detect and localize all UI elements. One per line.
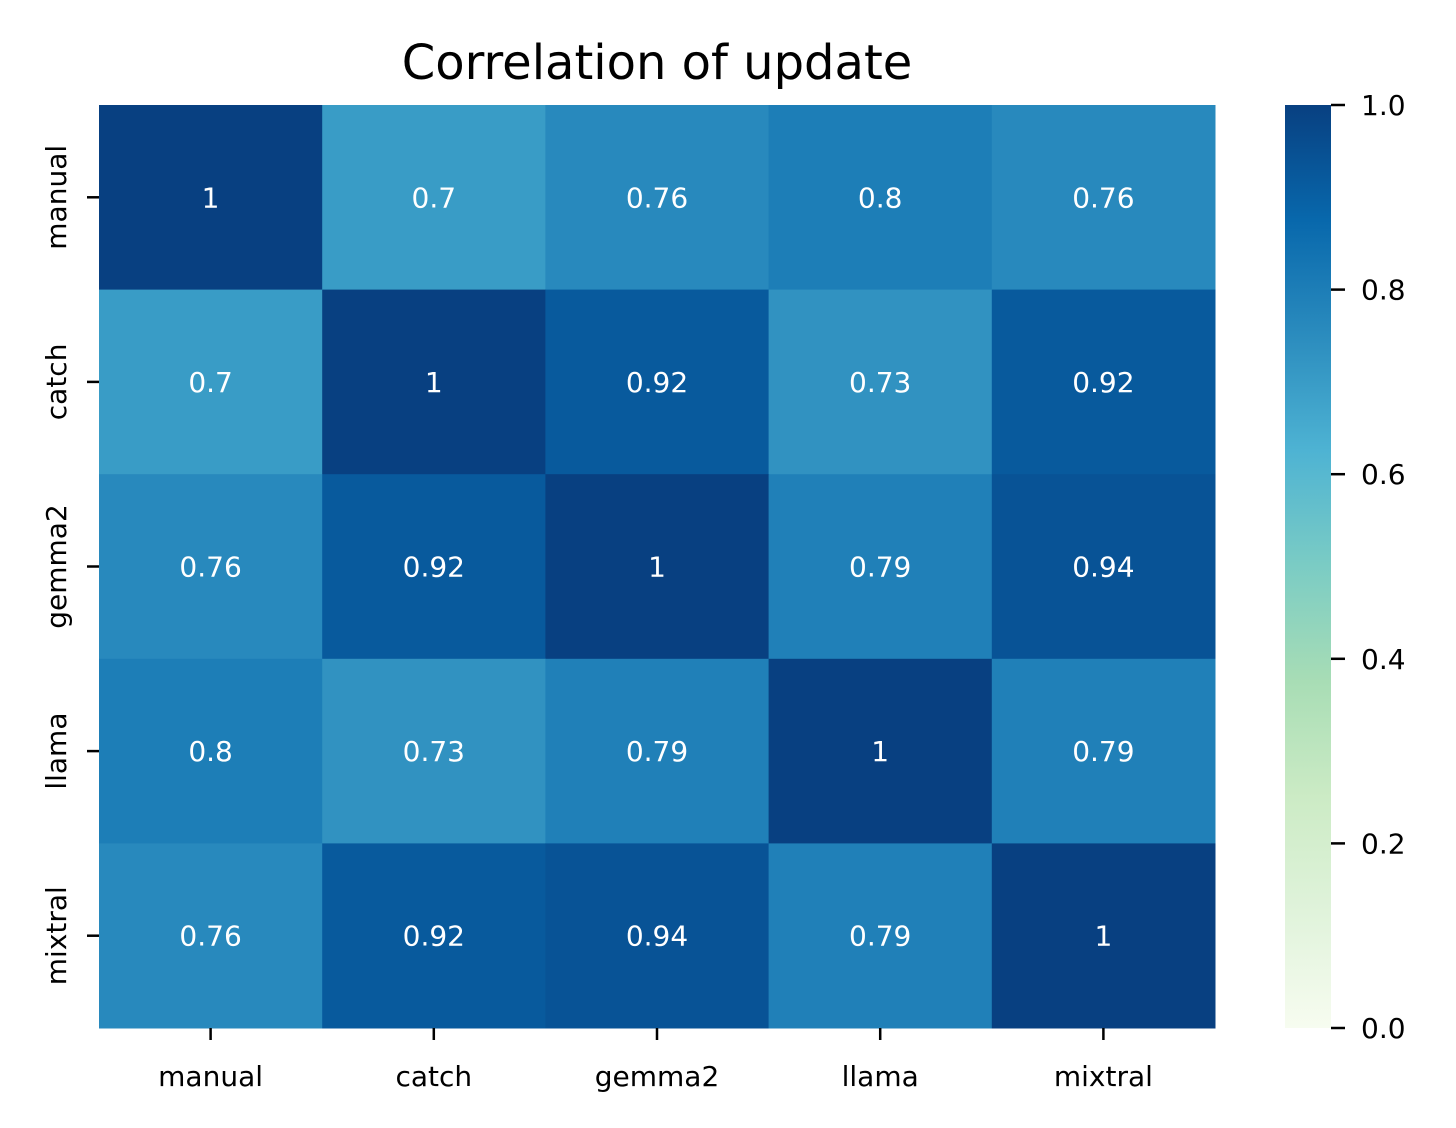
cell-annotation: 0.92 — [403, 920, 465, 953]
cell-annotation: 1 — [648, 551, 666, 584]
cell-annotation: 0.8 — [188, 735, 233, 768]
colorbar-tick-label: 0.8 — [1361, 274, 1406, 307]
cell-annotation: 0.76 — [179, 551, 241, 584]
x-axis: manual catch gemma2 llama mixtral — [158, 1028, 1153, 1093]
cell-annotation: 0.92 — [1072, 366, 1134, 399]
cell-annotation: 0.79 — [626, 735, 688, 768]
cell-annotation: 0.73 — [403, 735, 465, 768]
cell-annotation: 0.79 — [849, 551, 911, 584]
y-tick-label: catch — [40, 344, 73, 421]
x-tick-label: catch — [395, 1060, 472, 1093]
colorbar-tick-label: 0.2 — [1361, 827, 1406, 860]
cell-annotation: 0.92 — [626, 366, 688, 399]
chart-title: Correlation of update — [402, 35, 913, 91]
cell-annotation: 0.79 — [1072, 735, 1134, 768]
cell-annotation: 1 — [1094, 920, 1112, 953]
colorbar-axis: 0.0 0.2 0.4 0.6 0.8 1.0 — [1331, 89, 1406, 1045]
colorbar-tick-label: 0.0 — [1361, 1012, 1406, 1045]
cell-annotation: 0.7 — [412, 181, 457, 214]
x-tick-label: mixtral — [1054, 1060, 1153, 1093]
colorbar-tick-label: 0.4 — [1361, 643, 1406, 676]
cell-annotation: 0.76 — [1072, 181, 1134, 214]
colorbar-tick-label: 0.6 — [1361, 458, 1406, 491]
cell-annotation: 1 — [871, 735, 889, 768]
cell-annotation: 0.94 — [626, 920, 688, 953]
heatmap-chart: Correlation of update 1 0.7 0.76 0.8 0.76 0.7… — [40, 35, 1406, 1093]
y-tick-label: mixtral — [40, 886, 73, 985]
cell-annotation: 1 — [202, 181, 220, 214]
cell-annotation: 0.73 — [849, 366, 911, 399]
cell-annotation: 1 — [425, 366, 443, 399]
colorbar — [1285, 105, 1331, 1028]
y-axis: manual catch gemma2 llama mixtral — [40, 145, 99, 985]
cell-annotation: 0.76 — [179, 920, 241, 953]
cell-annotation: 0.7 — [188, 366, 233, 399]
cell-annotation: 0.76 — [626, 181, 688, 214]
cell-annotation: 0.92 — [403, 551, 465, 584]
y-tick-label: llama — [40, 713, 73, 790]
colorbar-tick-label: 1.0 — [1361, 89, 1406, 122]
y-tick-label: gemma2 — [40, 504, 73, 629]
cell-annotation: 0.79 — [849, 920, 911, 953]
x-tick-label: manual — [158, 1060, 263, 1093]
y-tick-label: manual — [40, 145, 73, 250]
x-tick-label: llama — [842, 1060, 919, 1093]
cell-annotation: 0.8 — [858, 181, 903, 214]
x-tick-label: gemma2 — [595, 1060, 720, 1093]
cell-annotation: 0.94 — [1072, 551, 1134, 584]
